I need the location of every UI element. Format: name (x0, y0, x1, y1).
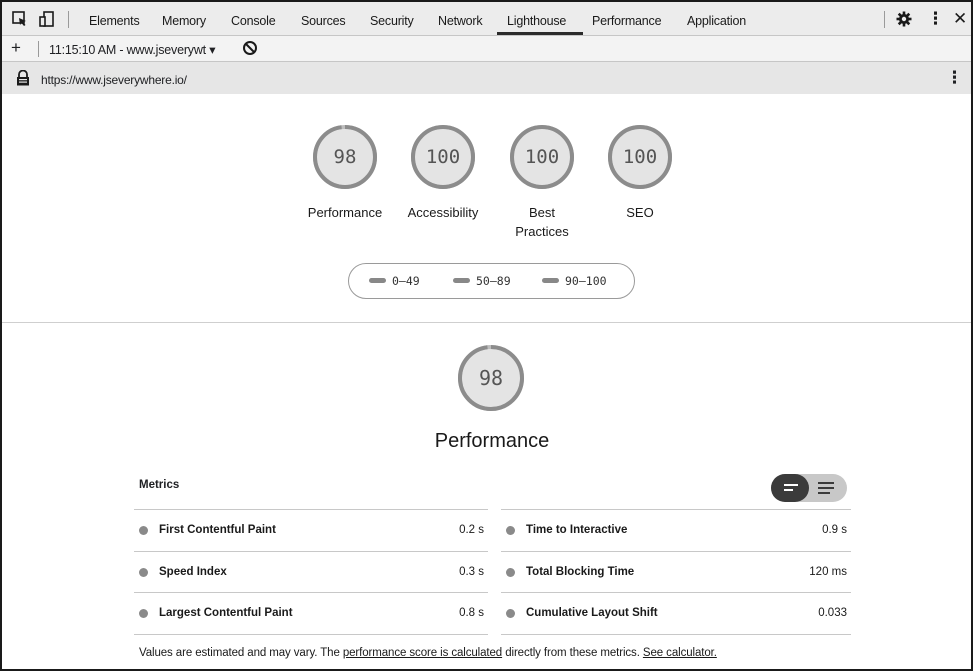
score-value: 100 (425, 146, 461, 168)
inspect-element-icon[interactable] (12, 11, 28, 27)
clear-reports-icon[interactable] (243, 41, 257, 55)
metrics-bottom-rule (134, 634, 488, 635)
close-icon[interactable]: ✕ (953, 9, 967, 29)
metric-status-dot (139, 526, 148, 535)
metric-name: Speed Index (159, 566, 227, 578)
performance-title: Performance (434, 430, 550, 452)
footnote-text: Values are estimated and may vary. The (139, 647, 343, 659)
metric-total-blocking-time[interactable]: Total Blocking Time 120 ms (501, 551, 851, 593)
metric-first-contentful-paint[interactable]: First Contentful Paint 0.2 s (134, 509, 488, 551)
tab-application[interactable]: Application (687, 2, 746, 36)
performance-score: 98 (478, 366, 504, 390)
footnote-text: directly from these metrics. (502, 647, 643, 659)
score-value: 100 (622, 146, 658, 168)
device-toolbar-icon[interactable] (39, 11, 55, 27)
toolbar-separator (38, 41, 39, 57)
score-gauge-best-practices[interactable]: 100 (509, 124, 575, 190)
toolbar-separator (68, 11, 69, 28)
tab-memory[interactable]: Memory (162, 2, 206, 36)
score-label-performance[interactable]: Performance (295, 203, 395, 222)
legend-range: 90–100 (565, 274, 607, 288)
performance-gauge: 98 (457, 344, 525, 412)
devtools-window: Elements Memory Console Sources Security… (0, 0, 973, 671)
tab-console[interactable]: Console (231, 2, 276, 36)
page-url[interactable]: https://www.jseverywhere.io/ (41, 73, 187, 87)
metric-name: Largest Contentful Paint (159, 607, 293, 619)
report-bar: + 11:15:10 AM - www.jseverywt ▾ (2, 36, 971, 62)
score-value: 98 (333, 146, 357, 168)
score-gauge-seo[interactable]: 100 (607, 124, 673, 190)
score-gauge-accessibility[interactable]: 100 (410, 124, 476, 190)
metric-status-dot (139, 568, 148, 577)
lock-icon (17, 70, 29, 86)
legend-item-pass: 90–100 (542, 274, 607, 289)
legend-pill (542, 278, 559, 283)
tab-performance[interactable]: Performance (592, 2, 662, 36)
expanded-view-icon[interactable] (818, 482, 834, 497)
score-gauge-performance[interactable]: 98 (312, 124, 378, 190)
metric-value: 0.3 s (459, 566, 484, 578)
metric-name: Cumulative Layout Shift (526, 607, 658, 619)
active-tab-indicator (497, 32, 583, 35)
metric-value: 120 ms (809, 566, 847, 578)
gear-icon[interactable] (896, 11, 912, 27)
legend-range: 0–49 (392, 274, 420, 288)
tab-security[interactable]: Security (370, 2, 414, 36)
metric-largest-contentful-paint[interactable]: Largest Contentful Paint 0.8 s (134, 592, 488, 634)
metric-value: 0.9 s (822, 524, 847, 536)
more-vertical-icon[interactable]: ⋮ (927, 9, 944, 29)
metrics-bottom-rule (501, 634, 851, 635)
report-selector[interactable]: 11:15:10 AM - www.jseverywt ▾ (49, 42, 215, 57)
section-divider (2, 322, 971, 323)
metric-speed-index[interactable]: Speed Index 0.3 s (134, 551, 488, 593)
devtools-tab-bar: Elements Memory Console Sources Security… (2, 2, 971, 36)
score-value: 100 (524, 146, 560, 168)
metric-name: First Contentful Paint (159, 524, 276, 536)
metric-status-dot (506, 609, 515, 618)
score-legend: 0–49 50–89 90–100 (348, 263, 635, 299)
toolbar-separator (884, 11, 885, 28)
tab-lighthouse[interactable]: Lighthouse (507, 2, 566, 36)
metric-status-dot (506, 568, 515, 577)
compact-view-icon (784, 484, 800, 494)
metrics-view-toggle[interactable] (771, 474, 847, 502)
metric-cumulative-layout-shift[interactable]: Cumulative Layout Shift 0.033 (501, 592, 851, 634)
metric-status-dot (139, 609, 148, 618)
compact-view-button[interactable] (771, 474, 809, 502)
legend-range: 50–89 (476, 274, 511, 288)
tab-network[interactable]: Network (438, 2, 483, 36)
legend-pill (453, 278, 470, 283)
add-report-button[interactable]: + (11, 38, 21, 58)
score-label-accessibility[interactable]: Accessibility (393, 203, 493, 222)
legend-pill (369, 278, 386, 283)
more-vertical-icon[interactable]: ⋮ (946, 68, 963, 88)
metric-status-dot (506, 526, 515, 535)
tab-sources[interactable]: Sources (301, 2, 346, 36)
url-bar: https://www.jseverywhere.io/ ⋮ (2, 62, 971, 94)
metric-value: 0.8 s (459, 607, 484, 619)
tab-elements[interactable]: Elements (89, 2, 140, 36)
metric-value: 0.033 (818, 607, 847, 619)
metrics-footnote: Values are estimated and may vary. The p… (139, 647, 717, 659)
metric-name: Time to Interactive (526, 524, 628, 536)
metric-time-to-interactive[interactable]: Time to Interactive 0.9 s (501, 509, 851, 551)
metric-value: 0.2 s (459, 524, 484, 536)
legend-item-average: 50–89 (453, 274, 511, 289)
metric-name: Total Blocking Time (526, 566, 635, 578)
metrics-heading: Metrics (139, 479, 180, 491)
score-label-best-practices[interactable]: Best Practices (507, 203, 577, 241)
legend-item-fail: 0–49 (369, 274, 420, 289)
score-label-seo[interactable]: SEO (590, 203, 690, 222)
performance-score-link[interactable]: performance score is calculated (343, 647, 502, 659)
see-calculator-link[interactable]: See calculator. (643, 647, 717, 659)
